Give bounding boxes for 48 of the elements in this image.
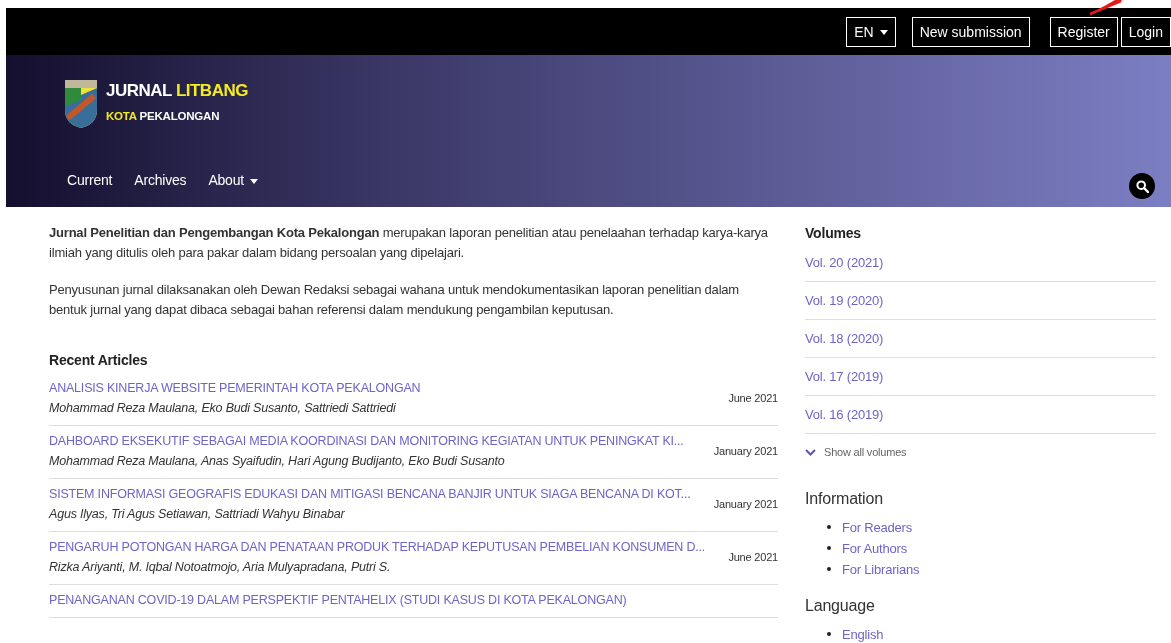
article-title-link[interactable]: DAHBOARD EKSEKUTIF SEBAGAI MEDIA KOORDINASI DAN MONITORING KEGIATAN UNTUK PENINGKAT KI... (49, 431, 684, 451)
bullet-icon (827, 546, 831, 550)
article-authors: Mohammad Reza Maulana, Anas Syaifudin, Hari Agung Budijanto, Eko Budi Susanto (49, 453, 506, 470)
shield-icon (64, 80, 98, 128)
article-date: January 2021 (713, 443, 778, 459)
bullet-icon (827, 525, 831, 529)
new-submission-button[interactable]: New submission (911, 16, 1030, 47)
logo-title: JURNAL LITBANG (106, 80, 248, 102)
article-authors: Mohammad Reza Maulana, Eko Budi Susanto, Sattriedi Sattriedi (49, 400, 397, 417)
information-heading: Information (805, 488, 884, 509)
nav-link[interactable]: Archives (127, 166, 194, 195)
volume-link[interactable]: Vol. 18 (2020) (805, 331, 884, 346)
volume-link[interactable]: Vol. 19 (2020) (805, 293, 884, 308)
register-button[interactable]: Register (1049, 16, 1118, 47)
nav-link[interactable]: About (201, 166, 265, 195)
bullet-icon (827, 567, 831, 571)
information-link[interactable]: For Readers (842, 516, 913, 538)
article-title-link[interactable]: ANALISIS KINERJA WEBSITE PEMERINTAH KOTA PEKALONGAN (49, 378, 421, 398)
language-link[interactable]: English (842, 623, 884, 643)
nav-link[interactable]: Current (60, 166, 120, 195)
article-date: June 2021 (728, 549, 778, 565)
article-title-link[interactable]: PENGARUH POTONGAN HARGA DAN PENATAAN PRODUK TERHADAP KEPUTUSAN PEMBELIAN KONSUMEN D... (49, 537, 706, 557)
bullet-icon (827, 632, 831, 636)
article-date: June 2021 (728, 390, 778, 406)
caret-icon (250, 178, 258, 184)
section-heading: Recent Articles (49, 351, 149, 370)
logo-subtitle: KOTA PEKALONGAN (106, 109, 221, 124)
search-button[interactable] (1129, 173, 1155, 199)
volumes-heading: Volumes (805, 224, 862, 243)
search-icon (1135, 179, 1149, 193)
article-authors: Agus Ilyas, Tri Agus Setiawan, Sattriadi Wahyu Binabar (49, 506, 346, 523)
information-link[interactable]: For Authors (842, 537, 907, 559)
language-button[interactable]: EN (846, 16, 896, 47)
intro-paragraph: Jurnal Penelitian dan Pengembangan Kota Pekalongan merupakan laporan penelitian atau penelaahan terhadap karya-karya ilmiah yang ditulis oleh para pakar dalam bidang persoalan yang dipelajari. (49, 224, 769, 262)
login-button[interactable]: Login (1120, 16, 1171, 47)
information-link[interactable]: For Librarians (842, 558, 920, 580)
article-title-link[interactable]: SISTEM INFORMASI GEOGRAFIS EDUKASI DAN MITIGASI BENCANA BANJIR UNTUK SIAGA BENCANA DI KOT... (49, 484, 691, 504)
chevron-down-icon (805, 448, 816, 456)
volume-link[interactable]: Vol. 16 (2019) (805, 407, 884, 422)
volume-link[interactable]: Vol. 17 (2019) (805, 369, 884, 384)
caret-icon (879, 30, 888, 36)
intro-paragraph: Penyusunan jurnal dilaksanakan oleh Dewan Redaksi sebagai wahana untuk mendokumentasikan laporan penelitian dalam bentuk jurnal yang dapat dibaca sebagai bahan referensi dalam mendukung pengambilan keputusan. (49, 281, 740, 319)
show-all-volumes-link[interactable]: Show all volumes (805, 444, 1156, 461)
article-authors: Rizka Ariyanti, M. Iqbal Notoatmojo, Aria Mulyapradana, Putri S. (49, 559, 392, 576)
article-date: January 2021 (713, 496, 778, 512)
article-title-link[interactable]: PENANGANAN COVID-19 DALAM PERSPEKTIF PENTAHELIX (STUDI KASUS DI KOTA PEKALONGAN) (49, 590, 627, 610)
volume-link[interactable]: Vol. 20 (2021) (805, 255, 884, 270)
language-heading: Language (805, 595, 876, 616)
